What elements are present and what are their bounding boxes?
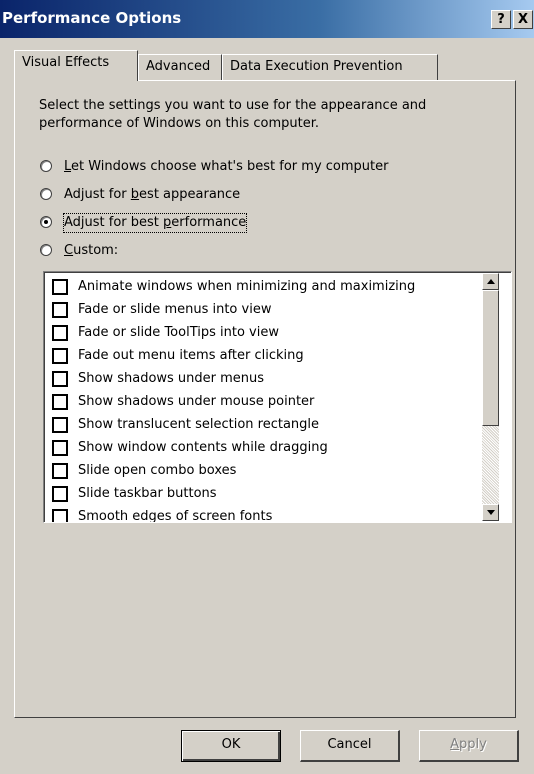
radio-button[interactable] xyxy=(40,216,52,228)
checkbox-label: Animate windows when minimizing and maxi… xyxy=(78,279,416,294)
checkbox-label: Show window contents while dragging xyxy=(78,440,328,455)
ok-button[interactable]: OK xyxy=(181,730,281,762)
radio-label: Adjust for best performance xyxy=(62,213,248,233)
radio-label: Adjust for best appearance xyxy=(64,187,241,202)
chevron-up-icon xyxy=(487,279,495,284)
list-scrollbar[interactable] xyxy=(482,273,499,521)
checkbox-label: Show shadows under menus xyxy=(78,371,265,386)
checkbox-label: Slide taskbar buttons xyxy=(78,486,217,501)
description-text: Select the settings you want to use for … xyxy=(39,98,427,131)
chevron-down-icon xyxy=(487,510,495,515)
button-label: Cancel xyxy=(327,737,372,752)
scroll-up-button[interactable] xyxy=(482,273,499,290)
checkbox-label: Slide open combo boxes xyxy=(78,463,237,478)
checkbox[interactable] xyxy=(52,486,68,502)
checkbox-label: Smooth edges of screen fonts xyxy=(78,509,273,523)
checkbox-label: Fade out menu items after clicking xyxy=(78,348,304,363)
radio-button[interactable] xyxy=(40,188,52,200)
performance-options-dialog: Performance Options ? X Visual Effects A… xyxy=(0,0,534,774)
scroll-thumb[interactable] xyxy=(482,290,499,426)
checkbox[interactable] xyxy=(52,440,68,456)
tab-label: Advanced xyxy=(146,59,211,74)
tab-advanced[interactable]: Advanced xyxy=(138,54,222,80)
checkbox[interactable] xyxy=(52,279,68,295)
close-button[interactable]: X xyxy=(513,10,533,29)
checkbox[interactable] xyxy=(52,509,68,522)
checkbox[interactable] xyxy=(52,371,68,387)
window-title: Performance Options xyxy=(2,9,182,27)
title-bar[interactable]: Performance Options ? X xyxy=(0,0,534,38)
tab-label: Data Execution Prevention xyxy=(230,59,403,74)
visual-effects-list[interactable]: Animate windows when minimizing and maxi… xyxy=(43,271,512,523)
radio-button[interactable] xyxy=(40,244,52,256)
checkbox-label: Show shadows under mouse pointer xyxy=(78,394,315,409)
cancel-button[interactable]: Cancel xyxy=(300,730,400,762)
tab-data-execution-prevention[interactable]: Data Execution Prevention xyxy=(222,54,438,80)
apply-button[interactable]: Apply xyxy=(419,730,519,762)
checkbox[interactable] xyxy=(52,302,68,318)
checkbox-label: Show translucent selection rectangle xyxy=(78,417,320,432)
radio-button[interactable] xyxy=(40,160,52,172)
tab-visual-effects[interactable]: Visual Effects xyxy=(14,50,138,81)
tab-label: Visual Effects xyxy=(22,55,110,70)
button-label: OK xyxy=(221,737,241,752)
checkbox[interactable] xyxy=(52,417,68,433)
button-label: Apply xyxy=(450,737,487,752)
radio-label: Custom: xyxy=(64,243,119,258)
radio-selected-dot xyxy=(44,220,48,224)
help-button[interactable]: ? xyxy=(491,10,511,29)
checkbox[interactable] xyxy=(52,463,68,479)
checkbox-label: Fade or slide menus into view xyxy=(78,302,272,317)
scroll-down-button[interactable] xyxy=(482,504,499,521)
radio-label: Let Windows choose what's best for my co… xyxy=(64,159,389,174)
checkbox[interactable] xyxy=(52,348,68,364)
checkbox[interactable] xyxy=(52,394,68,410)
checkbox[interactable] xyxy=(52,325,68,341)
checkbox-label: Fade or slide ToolTips into view xyxy=(78,325,279,340)
